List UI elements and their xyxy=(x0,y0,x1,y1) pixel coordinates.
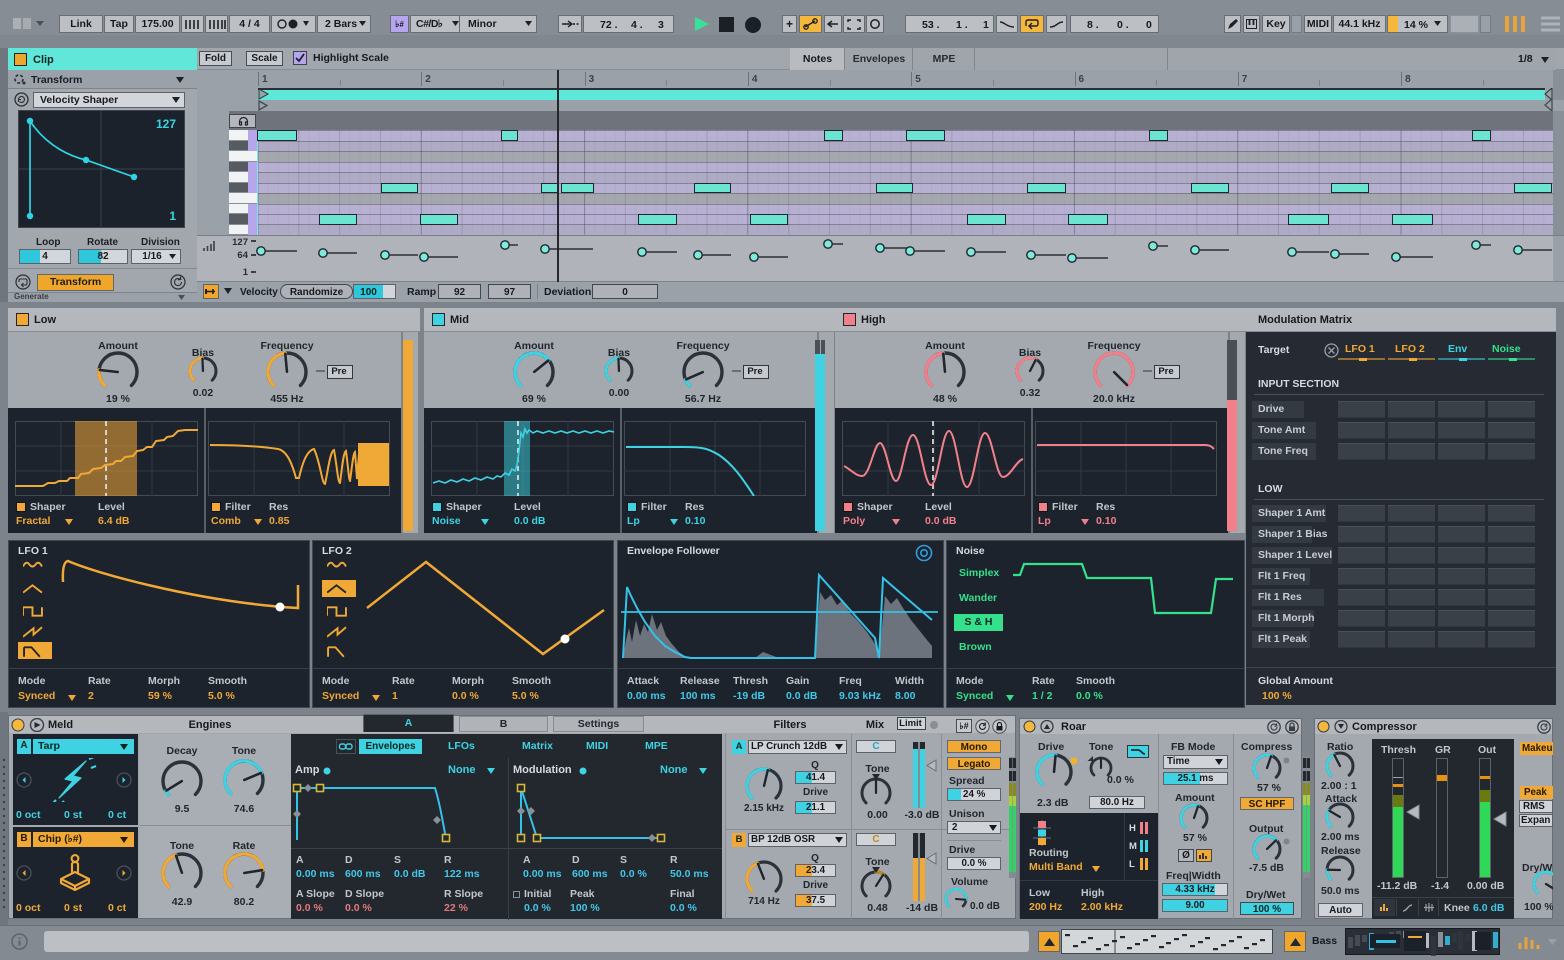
svg-text:♭#: ♭# xyxy=(959,721,968,731)
svg-text:127: 127 xyxy=(156,117,176,131)
